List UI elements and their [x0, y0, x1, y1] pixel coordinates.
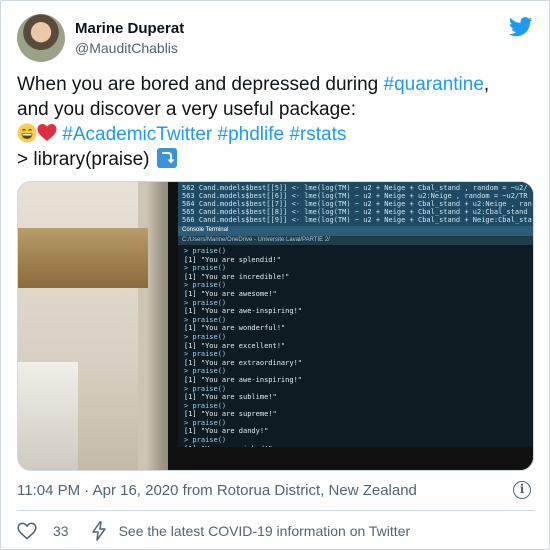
- console-line: > praise(): [184, 367, 227, 376]
- rstudio-path: C:/Users/Marine/OneDrive - Universite La…: [178, 236, 533, 245]
- console-line: > praise(): [184, 315, 227, 324]
- console-line: [1] "You are wicked!": [184, 445, 529, 447]
- console-line: > praise(): [184, 418, 227, 427]
- console-line: > praise(): [184, 384, 227, 393]
- avatar[interactable]: [17, 14, 65, 62]
- console-line: [1] "You are incredible!": [184, 272, 290, 281]
- console-line: > praise(): [184, 281, 227, 290]
- grinning-face-icon: [17, 123, 37, 143]
- hashtag-academictwitter[interactable]: #AcademicTwitter: [62, 124, 212, 145]
- info-icon[interactable]: i: [513, 481, 531, 499]
- tweet-line-3: #AcademicTwitter #phdlife #rstats: [17, 122, 537, 147]
- hashtag-rstats[interactable]: #rstats: [289, 124, 346, 145]
- console-line: > praise(): [184, 247, 227, 255]
- console-line: [1] "You are dandy!": [184, 427, 269, 436]
- covid-info-link[interactable]: See the latest COVID-19 information on T…: [119, 523, 411, 539]
- rstudio-console: > praise() [1] "You are splendid!" > prais…: [178, 245, 533, 447]
- hashtag-quarantine[interactable]: #quarantine: [384, 74, 484, 95]
- console-line: [1] "You are awe-inspiring!": [184, 307, 303, 316]
- tweet-header: Marine Duperat @MauditChablis: [17, 14, 184, 62]
- editor-line: 563 Cand.models$best[[6]] <- lme(log(TM)…: [182, 192, 528, 200]
- divider: [17, 510, 535, 511]
- console-line: > praise(): [184, 264, 227, 273]
- console-line: [1] "You are excellent!": [184, 341, 286, 350]
- editor-line: 566 Cand.models$best[[9]] <- lme(log(TM)…: [182, 216, 532, 224]
- rstudio-screen: 562 Cand.models$best[[5]] <- lme(log(TM)…: [178, 182, 533, 447]
- red-heart-icon: [37, 124, 57, 141]
- photo-shelf: [18, 228, 148, 288]
- tweet-line-2: and you discover a very useful package:: [17, 99, 357, 120]
- tweet-card: Marine Duperat @MauditChablis When you a…: [0, 0, 550, 550]
- rstudio-editor: 562 Cand.models$best[[5]] <- lme(log(TM)…: [178, 182, 533, 226]
- tweet-actions: 33 See the latest COVID-19 information o…: [17, 519, 410, 543]
- console-line: > praise(): [184, 332, 227, 341]
- console-line: [1] "You are awesome!": [184, 289, 277, 298]
- editor-line: 565 Cand.models$best[[8]] <- lme(log(TM)…: [182, 208, 528, 216]
- author-display-name[interactable]: Marine Duperat: [75, 19, 184, 39]
- console-line: [1] "You are extraordinary!": [184, 358, 303, 367]
- photo-book: [18, 362, 78, 470]
- console-line: > praise(): [184, 401, 227, 410]
- console-line: [1] "You are sublime!": [184, 393, 277, 402]
- tweet-line-1: When you are bored and depressed during …: [17, 72, 537, 97]
- editor-line: 562 Cand.models$best[[5]] <- lme(log(TM)…: [182, 184, 528, 192]
- console-line: > praise(): [184, 298, 227, 307]
- console-line: [1] "You are splendid!": [184, 255, 281, 264]
- editor-line: 564 Cand.models$best[[7]] <- lme(log(TM)…: [182, 200, 532, 208]
- tweet-line1-suffix: ,: [483, 74, 490, 95]
- tweet-text: When you are bored and depressed during …: [17, 72, 537, 172]
- console-line: > praise(): [184, 436, 227, 445]
- twitter-bird-icon[interactable]: [509, 17, 533, 37]
- console-line: [1] "You are awe-inspiring!": [184, 375, 303, 384]
- heart-outline-icon[interactable]: [17, 522, 37, 540]
- tweet-line1-prefix: When you are bored and depressed during: [17, 74, 384, 95]
- right-arrow-curving-down-icon: [156, 148, 177, 168]
- tweet-photo[interactable]: 562 Cand.models$best[[5]] <- lme(log(TM)…: [17, 181, 534, 471]
- author-names: Marine Duperat @MauditChablis: [75, 19, 184, 57]
- console-line: [1] "You are supreme!": [184, 410, 277, 419]
- code-line: > library(praise): [17, 149, 150, 170]
- console-line: [1] "You are wonderful!": [184, 324, 286, 333]
- tweet-line-4: > library(praise): [17, 147, 537, 172]
- author-handle[interactable]: @MauditChablis: [75, 39, 184, 57]
- console-line: > praise(): [184, 350, 227, 359]
- lightning-bolt-icon: [91, 521, 106, 541]
- rstudio-tabs: Console Terminal: [178, 226, 533, 236]
- hashtag-phdlife[interactable]: #phdlife: [218, 124, 285, 145]
- tweet-timestamp[interactable]: 11:04 PM · Apr 16, 2020 from Rotorua Dis…: [17, 481, 417, 501]
- like-count[interactable]: 33: [53, 523, 69, 539]
